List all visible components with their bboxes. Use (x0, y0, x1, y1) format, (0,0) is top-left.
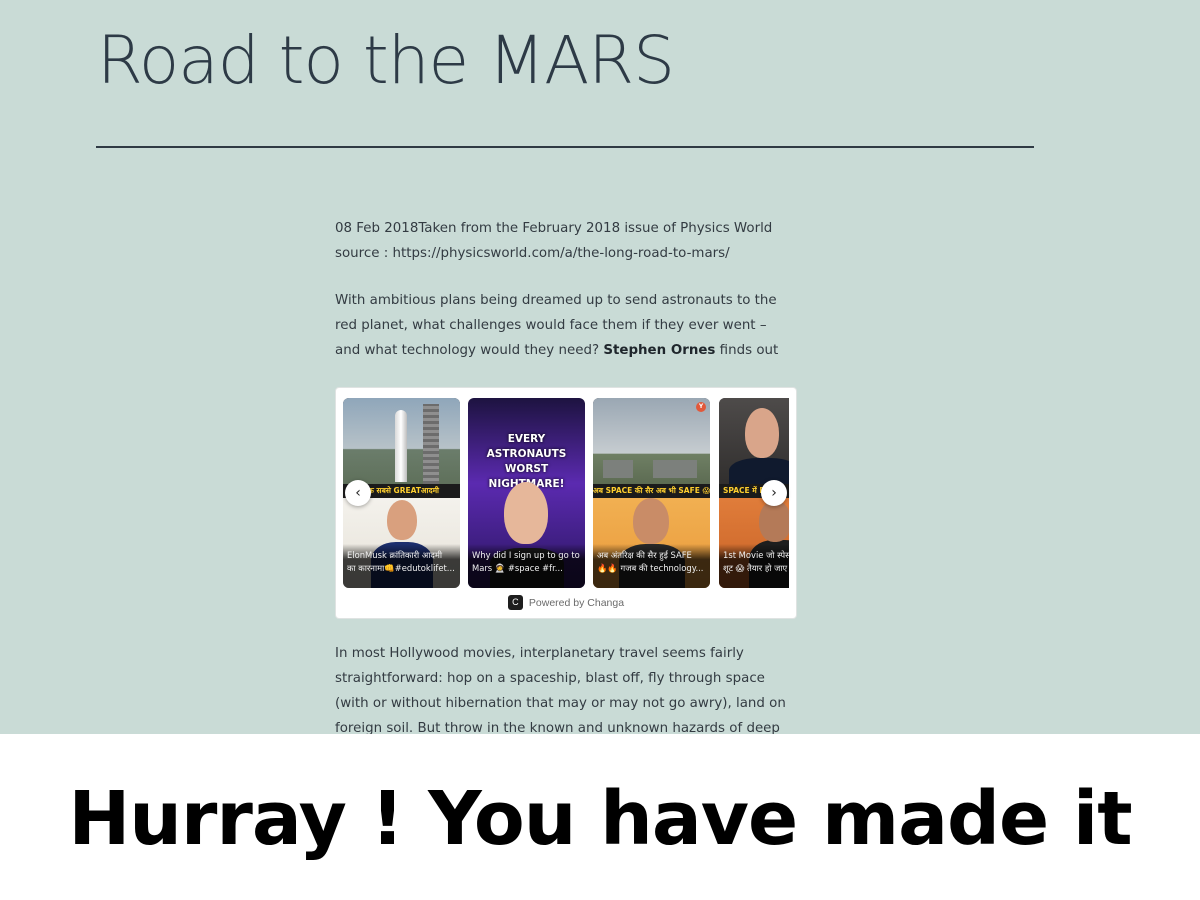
article-page: Road to the MARS 08 Feb 2018Taken from t… (0, 0, 1200, 734)
video-caption: Why did I sign up to go to Mars 🧑‍🚀 #spa… (468, 544, 585, 588)
presenter-face (633, 498, 669, 544)
paragraph-line: In most Hollywood movies, interplanetary… (335, 646, 744, 661)
launch-tower (423, 404, 439, 484)
carousel-next-button[interactable]: › (761, 480, 787, 506)
caption-line: Mars 🧑‍🚀 #space #fr... (472, 563, 563, 573)
author-name: Stephen Ornes (603, 343, 716, 358)
page-title: Road to the MARS (97, 22, 675, 99)
caption-line: 1st Movie जो स्पेस (723, 550, 789, 560)
video-caption: 1st Movie जो स्पेस शूट 😱 तैयार हो जाए (719, 544, 789, 588)
video-caption: अब अंतरिक्ष की सैर हुई SAFE 🔥🔥 गजब की te… (593, 544, 710, 588)
caption-line: 🔥🔥 गजब की technology... (597, 563, 704, 573)
carousel-prev-button[interactable]: ‹ (345, 480, 371, 506)
paragraph-line: foreign soil. But throw in the known and… (335, 721, 780, 734)
overlay-headline: Hurray ! You have made it (68, 776, 1132, 862)
changa-logo-icon: C (507, 594, 523, 610)
lede-line: red planet, what challenges would face t… (335, 318, 767, 333)
powered-by-label: Powered by Changa (528, 597, 625, 609)
video-caption: ElonMusk क्रांतिकारी आदमी का कारनामा👊#ed… (343, 544, 460, 588)
paragraph-line: (with or without hibernation that may or… (335, 696, 786, 711)
rocket (395, 410, 407, 482)
article-lede: With ambitious plans being dreamed up to… (335, 288, 805, 363)
video-carousel-widget: एक सबसे GREATआदमी ElonMusk क्रांतिकारी आ… (335, 387, 797, 619)
date-source-line: 08 Feb 2018Taken from the February 2018 … (335, 221, 773, 236)
carousel-track: एक सबसे GREATआदमी ElonMusk क्रांतिकारी आ… (343, 398, 789, 588)
video-card[interactable]: Y अब SPACE की सैर अब भी SAFE 😱😱 अब अंतरि… (593, 398, 710, 588)
source-link[interactable]: source : https://physicsworld.com/a/the-… (335, 241, 772, 266)
paragraph-line: straightforward: hop on a spaceship, bla… (335, 671, 765, 686)
lede-line: With ambitious plans being dreamed up to… (335, 293, 777, 308)
launch-pad (653, 460, 697, 478)
caption-line: अब अंतरिक्ष की सैर हुई SAFE (597, 550, 692, 560)
lede-text: and what technology would they need? (335, 343, 604, 358)
lede-line: and what technology would they need? Ste… (335, 338, 805, 363)
presenter-face (745, 408, 779, 458)
overlay-line: EVERY ASTRONAUTS (486, 433, 567, 460)
video-thumbnail-top (719, 398, 789, 490)
source-badge-icon: Y (696, 402, 706, 412)
video-thumbnail-top (593, 398, 710, 490)
lede-text: finds out (715, 343, 779, 358)
video-banner: अब SPACE की सैर अब भी SAFE 😱😱 (593, 484, 710, 498)
presenter-face (759, 500, 789, 542)
presenter-face (504, 482, 548, 544)
caption-line: का कारनामा👊#edutoklifet... (347, 563, 455, 573)
article-meta: 08 Feb 2018Taken from the February 2018 … (335, 216, 772, 266)
launch-pad (603, 460, 633, 478)
video-thumbnail-top (343, 398, 460, 490)
caption-line: Why did I sign up to go to (472, 550, 580, 560)
presenter-face (387, 500, 417, 540)
chevron-left-icon: ‹ (355, 485, 361, 501)
title-divider (96, 146, 1034, 148)
caption-line: शूट 😱 तैयार हो जाए (723, 563, 788, 573)
article-paragraph: In most Hollywood movies, interplanetary… (335, 641, 805, 734)
video-card[interactable]: EVERY ASTRONAUTS WORST NIGHTMARE! Why di… (468, 398, 585, 588)
powered-by-footer[interactable]: C Powered by Changa (336, 594, 796, 612)
caption-line: ElonMusk क्रांतिकारी आदमी (347, 550, 443, 560)
chevron-right-icon: › (771, 485, 777, 501)
